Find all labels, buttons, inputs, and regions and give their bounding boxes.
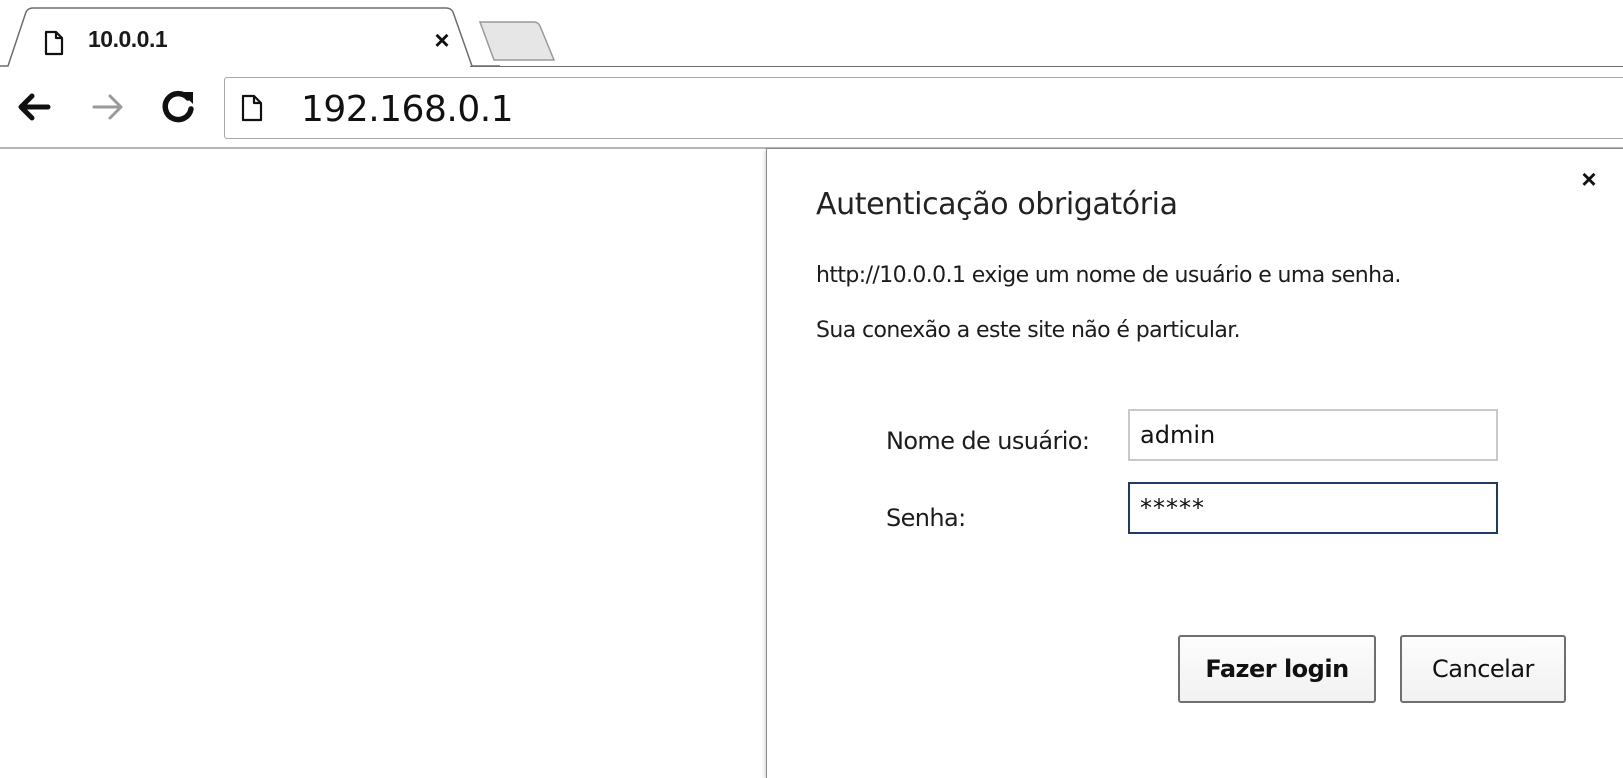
back-button[interactable] [14,87,54,127]
dialog-privacy-warning: Sua conexão a este site não é particular… [816,318,1241,343]
new-tab-button[interactable] [476,20,556,62]
address-bar[interactable]: 192.168.0.1 [224,77,1623,139]
arrow-left-icon [14,87,54,127]
page-icon [44,30,64,56]
close-icon[interactable]: × [428,26,456,54]
page-icon [241,94,263,122]
dialog-title: Autenticação obrigatória [816,187,1178,222]
auth-dialog: × Autenticação obrigatória http://10.0.0… [766,148,1623,778]
forward-button[interactable] [88,87,128,127]
password-label: Senha: [886,504,966,532]
password-input[interactable] [1128,482,1498,534]
browser-toolbar: 192.168.0.1 [0,67,1623,149]
tab-strip: 10.0.0.1 × [0,0,1623,68]
reload-button[interactable] [158,87,198,127]
login-button[interactable]: Fazer login [1178,635,1376,703]
address-url[interactable]: 192.168.0.1 [301,89,514,130]
close-icon[interactable]: × [1575,165,1603,193]
tab-active[interactable]: 10.0.0.1 × [0,0,500,70]
reload-icon [158,87,198,127]
tab-title: 10.0.0.1 [88,26,168,52]
arrow-right-icon [88,87,128,127]
cancel-button[interactable]: Cancelar [1400,635,1566,703]
username-input[interactable] [1128,409,1498,461]
tab-outline [0,7,500,67]
username-label: Nome de usuário: [886,427,1090,455]
dialog-message: http://10.0.0.1 exige um nome de usuário… [816,263,1401,288]
